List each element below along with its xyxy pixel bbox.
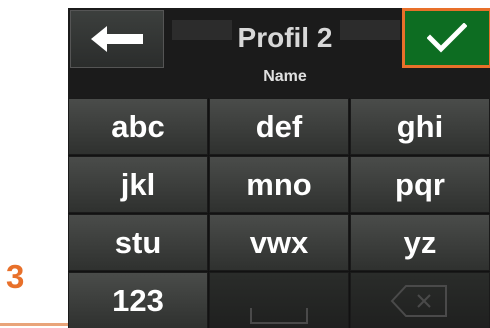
- key-space[interactable]: [209, 272, 349, 328]
- key-123[interactable]: 123: [68, 272, 208, 328]
- space-icon: [250, 307, 308, 324]
- backspace-icon: [390, 284, 447, 317]
- arrow-left-icon: [91, 26, 143, 52]
- field-label: Name: [263, 68, 307, 85]
- device-screen: Profil 2 Name abc def ghi jkl mno pqr st…: [68, 8, 490, 328]
- confirm-button[interactable]: [402, 8, 490, 68]
- key-vwx[interactable]: vwx: [209, 214, 349, 271]
- key-yz[interactable]: yz: [350, 214, 490, 271]
- back-button[interactable]: [70, 10, 164, 68]
- checkmark-icon: [427, 23, 467, 53]
- step-number: 3: [6, 258, 25, 295]
- header-bar: Profil 2 Name: [68, 8, 490, 98]
- keypad: abc def ghi jkl mno pqr stu vwx yz 123: [68, 98, 490, 328]
- page-title: Profil 2: [237, 22, 333, 53]
- key-stu[interactable]: stu: [68, 214, 208, 271]
- key-mno[interactable]: mno: [209, 156, 349, 213]
- key-ghi[interactable]: ghi: [350, 98, 490, 155]
- key-pqr[interactable]: pqr: [350, 156, 490, 213]
- key-jkl[interactable]: jkl: [68, 156, 208, 213]
- key-def[interactable]: def: [209, 98, 349, 155]
- key-backspace[interactable]: [350, 272, 490, 328]
- key-abc[interactable]: abc: [68, 98, 208, 155]
